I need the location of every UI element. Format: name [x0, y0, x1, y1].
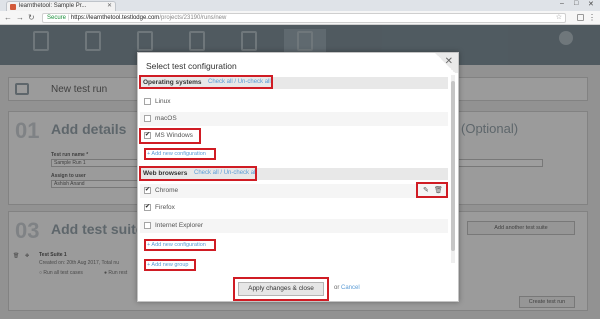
url-path: /projects/23190/runs/new — [159, 15, 227, 21]
bookmark-star-icon[interactable]: ☆ — [556, 14, 562, 22]
browser-tab-bar: learnthetool: Sample Pr... ✕ – □ ✕ — [0, 0, 600, 11]
checkbox[interactable] — [144, 98, 151, 105]
extension-icon[interactable] — [577, 14, 584, 21]
config-label: Firefox — [155, 204, 175, 211]
or-text: or — [334, 285, 340, 291]
reload-icon[interactable]: ↻ — [28, 13, 35, 22]
config-row-chrome[interactable]: ✔ Chrome ✎ 🗑 — [140, 184, 448, 198]
highlight-browsers-header — [139, 166, 257, 181]
config-label: Internet Explorer — [155, 222, 204, 229]
checkbox[interactable]: ✔ — [144, 204, 151, 211]
address-bar-row: ← → ↻ Secure | https://learnthetool.test… — [0, 11, 600, 25]
checkbox[interactable] — [144, 222, 151, 229]
test-configuration-modal: Select test configuration ✕ Operating sy… — [137, 52, 459, 302]
checkbox[interactable] — [144, 115, 151, 122]
highlight-ms-windows — [139, 128, 201, 144]
secure-label: Secure — [47, 15, 67, 21]
highlight-edit-icons — [416, 182, 448, 198]
maximize-icon[interactable]: □ — [574, 0, 578, 7]
forward-icon[interactable]: → — [16, 13, 24, 22]
browser-tab[interactable]: learnthetool: Sample Pr... ✕ — [6, 1, 116, 11]
browser-menu-icon[interactable]: ⋮ — [588, 13, 596, 22]
url-field[interactable]: Secure | https://learnthetool.testlodge.… — [42, 13, 566, 23]
highlight-apply-button — [233, 277, 329, 301]
config-row-macos[interactable]: macOS — [140, 112, 448, 126]
config-label: Chrome — [155, 187, 179, 194]
highlight-browsers-add-config — [144, 239, 216, 251]
config-row-linux[interactable]: Linux — [140, 95, 448, 109]
highlight-add-group — [144, 259, 196, 271]
highlight-os-header — [139, 75, 273, 89]
window-close-icon[interactable]: ✕ — [588, 0, 594, 8]
scrollbar-thumb[interactable] — [451, 81, 455, 251]
close-icon[interactable]: ✕ — [445, 56, 453, 67]
config-label: macOS — [155, 115, 177, 122]
modal-title: Select test configuration — [146, 61, 237, 71]
cancel-link[interactable]: Cancel — [341, 285, 360, 291]
modal-scrollbar[interactable] — [451, 75, 455, 263]
minimize-icon[interactable]: – — [560, 0, 564, 7]
config-label: Linux — [155, 98, 171, 105]
url-host: https://learnthetool.testlodge.com — [70, 15, 160, 21]
checkbox[interactable]: ✔ — [144, 187, 151, 194]
close-tab-icon[interactable]: ✕ — [107, 2, 112, 11]
config-row-firefox[interactable]: ✔ Firefox — [140, 201, 448, 215]
config-row-internet-explorer[interactable]: Internet Explorer — [140, 219, 448, 233]
favicon-icon — [10, 4, 16, 10]
back-icon[interactable]: ← — [4, 13, 12, 22]
highlight-os-add-config — [144, 148, 216, 160]
or-cancel: or Cancel — [334, 285, 360, 291]
tab-title: learnthetool: Sample Pr... — [19, 3, 87, 9]
